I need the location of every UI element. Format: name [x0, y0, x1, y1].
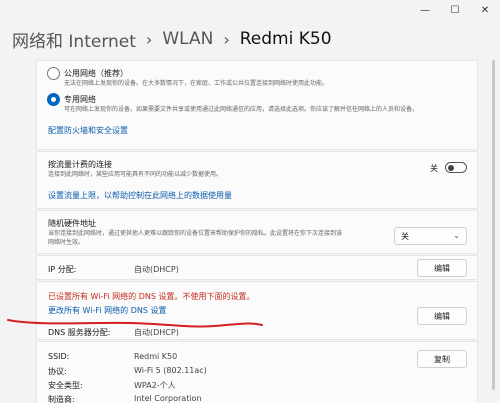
property-value: Wi-Fi 5 (802.11ac): [134, 366, 207, 375]
dns-assignment-value: 自动(DHCP): [134, 328, 179, 337]
property-key: 安全类型:: [48, 381, 83, 390]
breadcrumb-network-internet[interactable]: 网络和 Internet: [12, 27, 136, 52]
page-title: Redmi K50: [239, 29, 332, 49]
chevron-down-icon: ⌄: [453, 231, 460, 240]
close-button[interactable]: ✕: [470, 0, 500, 20]
metered-toggle[interactable]: [445, 162, 467, 173]
random-hw-select[interactable]: 关 ⌄: [394, 227, 467, 245]
properties-card: 复制 SSID: Redmi K50 协议: Wi-Fi 5 (802.11ac…: [36, 341, 478, 403]
chevron-right-icon: ›: [145, 29, 153, 49]
chevron-right-icon: ›: [223, 29, 230, 49]
breadcrumb: 网络和 Internet › WLAN › Redmi K50: [12, 26, 332, 52]
minimize-button[interactable]: —: [410, 0, 440, 20]
title-bar: — ☐ ✕: [0, 0, 500, 20]
random-hw-select-value: 关: [401, 231, 409, 241]
dns-warning: 已设置所有 Wi-Fi 网络的 DNS 设置。不使用下面的设置。: [48, 292, 255, 301]
property-key: 协议:: [48, 367, 67, 376]
settings-content: 公用网络（推荐） 无法在网络上发现你的设备。在大多数情况下，在家庭、工作或公共位…: [36, 60, 478, 403]
data-limit-link[interactable]: 设置流量上限，以帮助控制在此网络上的数据使用量: [48, 190, 232, 201]
random-hw-desc: 当你连接到此网络时，通过使其他人更难以跟踪你的设备位置来帮助保护你的隐私。此设置…: [48, 230, 343, 237]
metered-connection-desc: 连接到此网络时，某些应用可能具有不同的功能以减少数据使用。: [48, 171, 223, 178]
breadcrumb-wlan[interactable]: WLAN: [162, 29, 213, 49]
public-network-label: 公用网络（推荐）: [64, 69, 128, 78]
copy-button[interactable]: 复制: [417, 350, 467, 368]
public-network-desc: 无法在网络上发现你的设备。在大多数情况下，在家庭、工作或公共位置连接到网络时使用…: [64, 80, 329, 87]
property-value: WPA2-个人: [134, 381, 176, 390]
property-value: Intel Corporation: [134, 394, 202, 403]
ip-assignment-label: IP 分配:: [48, 265, 77, 274]
private-network-desc: 可在网络上发现你的设备。如果需要文件共享或使用通过此网络通信的应用，请选择此选项…: [64, 106, 419, 113]
maximize-button[interactable]: ☐: [440, 0, 470, 20]
firewall-settings-link[interactable]: 配置防火墙和安全设置: [48, 125, 128, 136]
property-value: Redmi K50: [134, 352, 178, 361]
metered-connection-card: 按流量计费的连接 连接到此网络时，某些应用可能具有不同的功能以减少数据使用。 关…: [36, 151, 478, 209]
private-network-radio[interactable]: [47, 93, 60, 106]
dns-assignment-label: DNS 服务器分配:: [48, 328, 111, 337]
ip-assignment-card: IP 分配: 自动(DHCP) 编辑: [36, 255, 478, 280]
public-network-radio[interactable]: [47, 67, 60, 80]
toggle-knob-icon: [448, 165, 454, 171]
dns-card: 已设置所有 Wi-Fi 网络的 DNS 设置。不使用下面的设置。 更改所有 Wi…: [36, 281, 478, 340]
change-dns-link[interactable]: 更改所有 Wi-Fi 网络的 DNS 设置: [48, 305, 166, 316]
ip-edit-button[interactable]: 编辑: [417, 259, 467, 277]
dns-edit-button[interactable]: 编辑: [417, 307, 467, 325]
property-key: 制造商:: [48, 395, 75, 403]
scrollbar[interactable]: [492, 60, 495, 390]
random-hw-desc-cont: 网络时生效。: [48, 239, 85, 246]
private-network-label: 专用网络: [64, 95, 96, 104]
network-profile-card: 公用网络（推荐） 无法在网络上发现你的设备。在大多数情况下，在家庭、工作或公共位…: [36, 60, 478, 150]
random-hw-address-card: 随机硬件地址 当你连接到此网络时，通过使其他人更难以跟踪你的设备位置来帮助保护你…: [36, 210, 478, 254]
ip-assignment-value: 自动(DHCP): [134, 265, 179, 274]
metered-connection-label: 按流量计费的连接: [48, 160, 112, 169]
metered-toggle-state: 关: [430, 164, 438, 173]
random-hw-label: 随机硬件地址: [48, 219, 96, 228]
property-key: SSID:: [48, 352, 70, 361]
